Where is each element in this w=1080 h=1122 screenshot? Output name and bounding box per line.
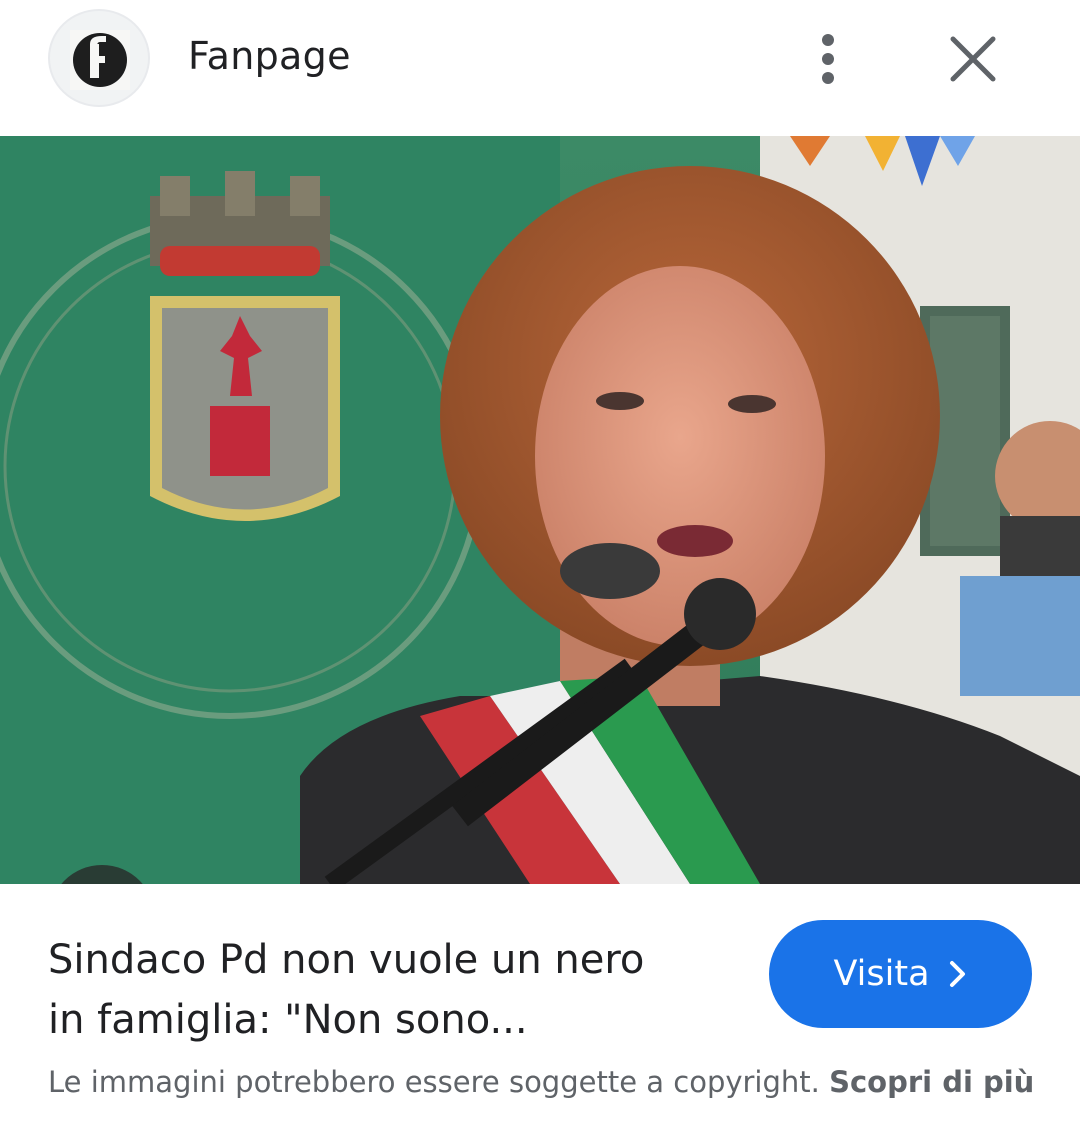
site-favicon[interactable] <box>48 9 150 107</box>
close-icon <box>950 36 996 82</box>
copyright-notice: Le immagini potrebbero essere soggette a… <box>48 1058 1038 1106</box>
chevron-right-icon <box>949 961 965 987</box>
google-lens-icon <box>49 865 155 884</box>
fanpage-logo-icon <box>70 30 130 90</box>
result-image[interactable] <box>0 136 1080 884</box>
close-button[interactable] <box>944 30 1002 88</box>
site-name[interactable]: Fanpage <box>188 34 351 78</box>
viewer-header: Fanpage <box>0 0 1080 136</box>
result-title[interactable]: Sindaco Pd non vuole un nero in famiglia… <box>48 930 738 1050</box>
google-lens-button[interactable] <box>49 865 155 884</box>
more-vertical-icon <box>822 34 834 84</box>
copyright-text: Le immagini potrebbero essere soggette a… <box>48 1065 830 1099</box>
learn-more-link[interactable]: Scopri di più <box>829 1065 1034 1099</box>
result-title-line-1: Sindaco Pd non vuole un nero <box>48 937 645 983</box>
visit-button[interactable]: Visita <box>769 920 1032 1028</box>
mayor-speech-photo <box>0 136 1080 884</box>
result-title-line-2: in famiglia: "Non sono... <box>48 997 528 1043</box>
more-options-button[interactable] <box>806 28 850 92</box>
visit-button-label: Visita <box>833 954 930 994</box>
